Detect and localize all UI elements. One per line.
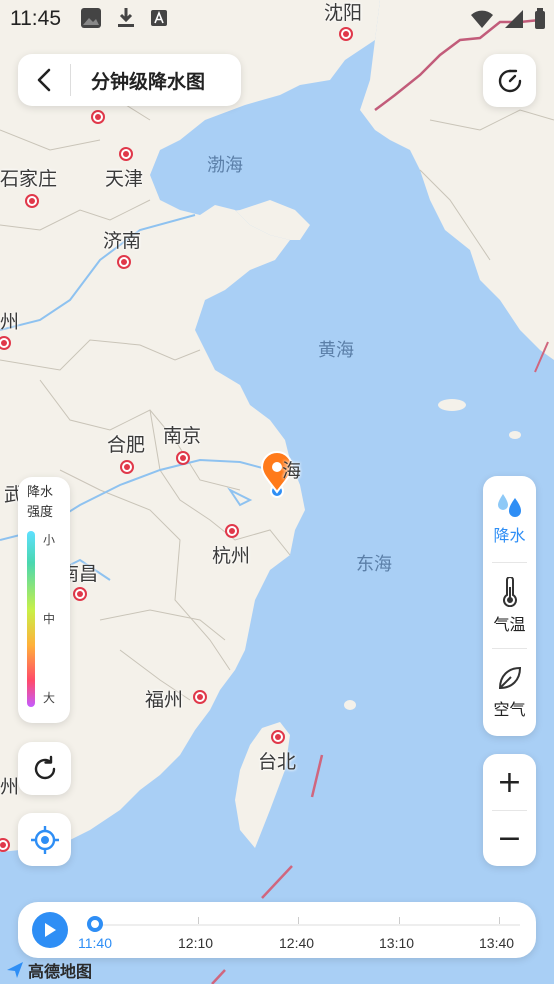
city-label-taipei: 台北 [258, 751, 297, 773]
time-label: 13:10 [379, 935, 415, 951]
timeline-tick [298, 917, 299, 924]
timeline-bar: 11:40 12:10 12:40 13:10 13:40 [18, 902, 536, 958]
timeline-tick [399, 917, 400, 924]
legend-title-line1: 降水 [26, 485, 53, 500]
header-divider [70, 64, 71, 96]
amap-arrow-icon [7, 962, 23, 978]
zoom-out-button[interactable]: − [483, 810, 536, 866]
city-label-guangzhou: 州 [0, 776, 20, 798]
notification-icons [80, 7, 168, 33]
city-label-hefei: 合肥 [107, 434, 146, 456]
time-label: 12:10 [178, 935, 214, 951]
city-dot [120, 460, 134, 474]
layer-precipitation-label: 降水 [493, 526, 526, 545]
gallery-icon [80, 7, 102, 33]
leaf-icon [498, 666, 521, 690]
layer-temperature-label: 气温 [493, 615, 526, 634]
city-label-zhengzhou: 州 [0, 311, 20, 333]
timeline-track[interactable] [96, 924, 520, 926]
legend-title-line2: 强度 [26, 505, 53, 520]
legend-mid: 中 [43, 612, 56, 626]
city-dot [193, 690, 207, 704]
amap-logo: 高德地图 [6, 958, 92, 982]
system-icons [470, 8, 546, 34]
city-dot [91, 110, 105, 124]
city-dot [271, 730, 285, 744]
zoom-in-button[interactable]: + [483, 754, 536, 810]
legend-low: 小 [43, 533, 56, 547]
header-card: 分钟级降水图 [18, 54, 241, 106]
layer-precipitation[interactable]: 降水 [483, 476, 536, 562]
time-label: 11:40 [78, 935, 112, 951]
chevron-left-icon [37, 68, 51, 92]
thermometer-icon [502, 577, 517, 607]
layer-air[interactable]: 空气 [483, 649, 536, 735]
crosshair-icon [30, 825, 59, 854]
layer-panel: 降水 气温 空气 [483, 476, 536, 736]
raindrops-icon [497, 494, 521, 517]
reload-button[interactable] [18, 742, 71, 795]
city-label-jinan: 济南 [103, 230, 142, 252]
sea-label-bohai: 渤海 [207, 155, 243, 176]
city-label-nanjing: 南京 [163, 425, 202, 447]
status-time: 11:45 [10, 7, 61, 30]
city-label-shijiazhuang: 石家庄 [0, 168, 58, 190]
city-dot [73, 587, 87, 601]
city-dot [225, 524, 239, 538]
status-bar: 11:45 [0, 0, 554, 38]
locate-button[interactable] [18, 813, 71, 866]
timeline-tick [499, 917, 500, 924]
page-title: 分钟级降水图 [91, 70, 206, 93]
legend-gradient-bar [27, 531, 35, 707]
layer-air-label: 空气 [493, 700, 526, 719]
download-icon [116, 7, 136, 33]
city-label-tianjin: 天津 [105, 168, 144, 190]
back-button[interactable] [18, 54, 70, 106]
zoom-panel: + − [483, 754, 536, 866]
city-label-fuzhou: 福州 [145, 689, 184, 711]
refresh-data-button[interactable] [483, 54, 536, 107]
city-dot [0, 838, 10, 852]
city-dot [117, 255, 131, 269]
timeline-scrubber[interactable] [87, 916, 103, 932]
time-label: 13:40 [479, 935, 515, 951]
refresh-gauge-icon [498, 69, 521, 92]
city-dot [0, 336, 11, 350]
sea-label-huanghai: 黄海 [318, 340, 354, 361]
signal-icon [504, 9, 524, 33]
battery-icon [534, 8, 546, 34]
reload-icon [34, 755, 55, 779]
legend-title: 降水 强度 [18, 483, 62, 523]
city-dot [119, 147, 133, 161]
city-dot [25, 194, 39, 208]
translate-icon [150, 9, 168, 31]
legend-high: 大 [43, 691, 56, 705]
timeline-tick [198, 917, 199, 924]
sea-label-donghai: 东海 [356, 554, 392, 575]
play-button[interactable] [32, 912, 68, 948]
map-canvas[interactable] [0, 0, 554, 984]
city-dot [176, 451, 190, 465]
wifi-icon [470, 9, 494, 33]
precipitation-legend: 降水 强度 小 中 大 [18, 477, 70, 723]
play-icon [45, 923, 56, 937]
city-label-shanghai: 海 [282, 460, 302, 482]
city-label-hangzhou: 杭州 [212, 545, 251, 567]
layer-temperature[interactable]: 气温 [483, 563, 536, 649]
logo-text: 高德地图 [28, 962, 93, 981]
time-label: 12:40 [279, 935, 315, 951]
